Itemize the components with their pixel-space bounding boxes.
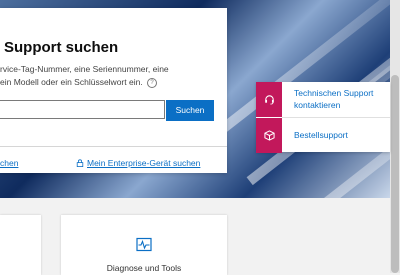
support-item-technical[interactable]: Technischen Support kontaktieren (256, 82, 390, 117)
search-link[interactable]: chen (0, 158, 18, 168)
lock-icon (76, 159, 84, 167)
search-description-line1: rvice-Tag-Nummer, eine Seriennummer, ein… (0, 64, 169, 74)
search-title: Support suchen (4, 39, 119, 56)
package-icon (263, 130, 275, 141)
page-scrollbar[interactable] (390, 0, 400, 273)
enterprise-device-label: Mein Enterprise-Gerät suchen (87, 158, 201, 168)
headset-icon (264, 95, 274, 105)
divider (0, 146, 227, 147)
search-button[interactable]: Suchen (166, 100, 214, 121)
support-panel: Technischen Support kontaktieren Bestell… (256, 82, 390, 153)
support-item-order[interactable]: Bestellsupport (256, 118, 390, 153)
enterprise-device-link[interactable]: Mein Enterprise-Gerät suchen (76, 158, 200, 168)
diagnose-label: Diagnose und Tools (106, 263, 182, 273)
scrollbar-thumb[interactable] (391, 75, 399, 273)
support-item-order-label: Bestellsupport (294, 130, 348, 140)
pulse-monitor-icon (136, 237, 152, 252)
search-input[interactable] (0, 100, 165, 119)
search-description-line2: ein Modell oder ein Schlüsselwort ein. (0, 77, 143, 87)
tool-card[interactable] (0, 215, 41, 275)
search-description: rvice-Tag-Nummer, eine Seriennummer, ein… (0, 63, 200, 89)
support-item-technical-label: Technischen Support kontaktieren (294, 88, 374, 110)
diagnose-card[interactable]: Diagnose und Tools (61, 215, 227, 275)
help-icon[interactable]: ? (147, 77, 158, 88)
support-search-card: Support suchen rvice-Tag-Nummer, eine Se… (0, 8, 227, 173)
